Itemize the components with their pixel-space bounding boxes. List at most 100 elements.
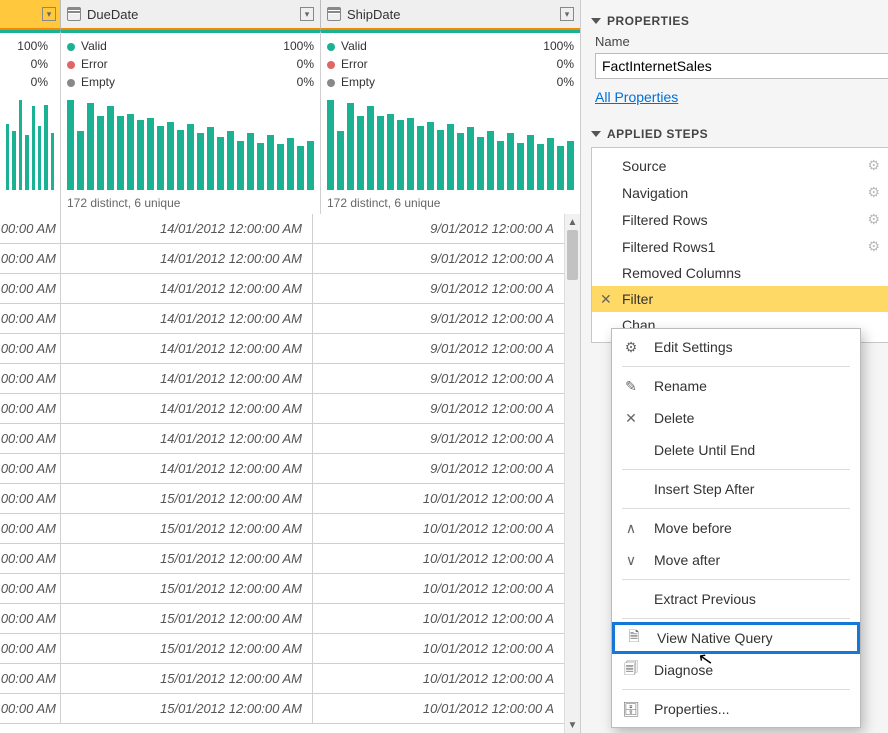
scroll-thumb[interactable]	[567, 230, 578, 280]
gear-icon[interactable]: ⚙	[867, 238, 880, 255]
histogram-bar	[117, 116, 124, 190]
cell-shipdate: 9/01/2012 12:00:00 A	[312, 274, 564, 303]
menu-rename[interactable]: ✎Rename	[612, 370, 860, 402]
cell-prev: 00:00 AM	[0, 454, 60, 483]
cell-prev: 00:00 AM	[0, 424, 60, 453]
cell-duedate: 14/01/2012 12:00:00 AM	[60, 364, 312, 393]
cell-shipdate: 9/01/2012 12:00:00 A	[312, 304, 564, 333]
cell-duedate: 14/01/2012 12:00:00 AM	[60, 454, 312, 483]
menu-separator	[622, 579, 850, 580]
menu-move-before[interactable]: ∧Move before	[612, 512, 860, 544]
table-row[interactable]: 00:00 AM15/01/2012 12:00:00 AM10/01/2012…	[0, 604, 564, 634]
menu-delete[interactable]: ✕Delete	[612, 402, 860, 434]
table-row[interactable]: 00:00 AM14/01/2012 12:00:00 AM9/01/2012 …	[0, 304, 564, 334]
applied-step[interactable]: ✕Filter	[592, 286, 888, 312]
cell-prev: 00:00 AM	[0, 274, 60, 303]
column-headers: ▾ DueDate ▾ ShipDate ▾	[0, 0, 580, 30]
distribution-chart	[327, 95, 574, 190]
menu-edit-settings[interactable]: ⚙Edit Settings	[612, 331, 860, 363]
table-row[interactable]: 00:00 AM14/01/2012 12:00:00 AM9/01/2012 …	[0, 244, 564, 274]
cell-prev: 00:00 AM	[0, 694, 60, 723]
menu-diagnose[interactable]: 🗐Diagnose	[612, 654, 860, 686]
cell-shipdate: 10/01/2012 12:00:00 A	[312, 604, 564, 633]
table-row[interactable]: 00:00 AM14/01/2012 12:00:00 AM9/01/2012 …	[0, 334, 564, 364]
menu-separator	[622, 366, 850, 367]
table-row[interactable]: 00:00 AM14/01/2012 12:00:00 AM9/01/2012 …	[0, 424, 564, 454]
cell-prev: 00:00 AM	[0, 574, 60, 603]
table-row[interactable]: 00:00 AM15/01/2012 12:00:00 AM10/01/2012…	[0, 694, 564, 724]
histogram-bar	[267, 135, 274, 190]
cell-shipdate: 10/01/2012 12:00:00 A	[312, 664, 564, 693]
cell-duedate: 14/01/2012 12:00:00 AM	[60, 274, 312, 303]
histogram-bar	[217, 137, 224, 190]
table-row[interactable]: 00:00 AM15/01/2012 12:00:00 AM10/01/2012…	[0, 544, 564, 574]
histogram-bar	[387, 114, 394, 190]
menu-properties[interactable]: 🗄Properties...	[612, 693, 860, 725]
all-properties-link[interactable]: All Properties	[595, 89, 678, 105]
applied-step[interactable]: Filtered Rows⚙	[592, 206, 888, 233]
cell-shipdate: 10/01/2012 12:00:00 A	[312, 634, 564, 663]
menu-move-after[interactable]: ∨Move after	[612, 544, 860, 576]
data-grid[interactable]: 00:00 AM14/01/2012 12:00:00 AM9/01/2012 …	[0, 214, 580, 733]
histogram-bar	[477, 137, 484, 190]
cell-shipdate: 10/01/2012 12:00:00 A	[312, 544, 564, 573]
applied-step[interactable]: Source ⚙	[592, 152, 888, 179]
filter-dropdown-icon[interactable]: ▾	[300, 7, 314, 21]
menu-extract-previous[interactable]: Extract Previous	[612, 583, 860, 615]
properties-section-header[interactable]: PROPERTIES	[591, 14, 878, 28]
table-row[interactable]: 00:00 AM15/01/2012 12:00:00 AM10/01/2012…	[0, 514, 564, 544]
table-row[interactable]: 00:00 AM15/01/2012 12:00:00 AM10/01/2012…	[0, 484, 564, 514]
quality-shipdate: Valid100% Error0% Empty0% 172 distinct, …	[320, 30, 580, 214]
name-label: Name	[595, 34, 878, 49]
table-row[interactable]: 00:00 AM15/01/2012 12:00:00 AM10/01/2012…	[0, 574, 564, 604]
histogram-bar	[437, 130, 444, 190]
histogram-bar	[25, 135, 28, 190]
table-row[interactable]: 00:00 AM14/01/2012 12:00:00 AM9/01/2012 …	[0, 454, 564, 484]
prev-column-header-partial[interactable]: ▾	[0, 0, 60, 30]
histogram-bar	[12, 131, 15, 190]
step-label: Source	[622, 158, 666, 174]
query-name-input[interactable]	[595, 53, 888, 79]
table-row[interactable]: 00:00 AM14/01/2012 12:00:00 AM9/01/2012 …	[0, 274, 564, 304]
column-header-shipdate[interactable]: ShipDate ▾	[320, 0, 580, 30]
valid-dot-icon	[327, 43, 335, 51]
scroll-down-icon[interactable]: ▼	[565, 717, 580, 733]
histogram-bar	[167, 122, 174, 190]
gear-icon[interactable]: ⚙	[867, 157, 880, 174]
table-row[interactable]: 00:00 AM15/01/2012 12:00:00 AM10/01/2012…	[0, 634, 564, 664]
menu-view-native-query[interactable]: 🗎View Native Query	[612, 622, 860, 654]
histogram-bar	[137, 120, 144, 190]
applied-steps-list: Source⚙Navigation⚙Filtered Rows⚙Filtered…	[591, 147, 888, 343]
table-row[interactable]: 00:00 AM14/01/2012 12:00:00 AM9/01/2012 …	[0, 394, 564, 424]
cell-prev: 00:00 AM	[0, 514, 60, 543]
applied-step[interactable]: Removed Columns	[592, 260, 888, 286]
collapse-caret-icon[interactable]	[591, 18, 601, 24]
column-header-duedate[interactable]: DueDate ▾	[60, 0, 320, 30]
scroll-up-icon[interactable]: ▲	[565, 214, 580, 230]
table-row[interactable]: 00:00 AM14/01/2012 12:00:00 AM9/01/2012 …	[0, 214, 564, 244]
properties-icon: 🗄	[620, 701, 642, 718]
histogram-bar	[6, 124, 9, 191]
table-row[interactable]: 00:00 AM14/01/2012 12:00:00 AM9/01/2012 …	[0, 364, 564, 394]
table-row[interactable]: 00:00 AM15/01/2012 12:00:00 AM10/01/2012…	[0, 664, 564, 694]
cell-duedate: 15/01/2012 12:00:00 AM	[60, 694, 312, 723]
step-label: Filtered Rows1	[622, 239, 715, 255]
collapse-caret-icon[interactable]	[591, 131, 601, 137]
filter-icon[interactable]: ▾	[42, 7, 56, 21]
menu-separator	[622, 689, 850, 690]
filter-dropdown-icon[interactable]: ▾	[560, 7, 574, 21]
histogram-bar	[107, 106, 114, 190]
rename-icon: ✎	[620, 378, 642, 395]
gear-icon[interactable]: ⚙	[867, 184, 880, 201]
delete-step-icon[interactable]: ✕	[600, 291, 612, 308]
cell-shipdate: 9/01/2012 12:00:00 A	[312, 334, 564, 363]
gear-icon[interactable]: ⚙	[867, 211, 880, 228]
vertical-scrollbar[interactable]: ▲ ▼	[564, 214, 580, 733]
menu-delete-until-end[interactable]: Delete Until End	[612, 434, 860, 466]
applied-step[interactable]: Navigation⚙	[592, 179, 888, 206]
applied-steps-section-header[interactable]: APPLIED STEPS	[591, 127, 878, 141]
menu-insert-step-after[interactable]: Insert Step After	[612, 473, 860, 505]
histogram-bar	[277, 144, 284, 190]
applied-step[interactable]: Filtered Rows1 ⚙	[592, 233, 888, 260]
histogram-bar	[377, 116, 384, 190]
